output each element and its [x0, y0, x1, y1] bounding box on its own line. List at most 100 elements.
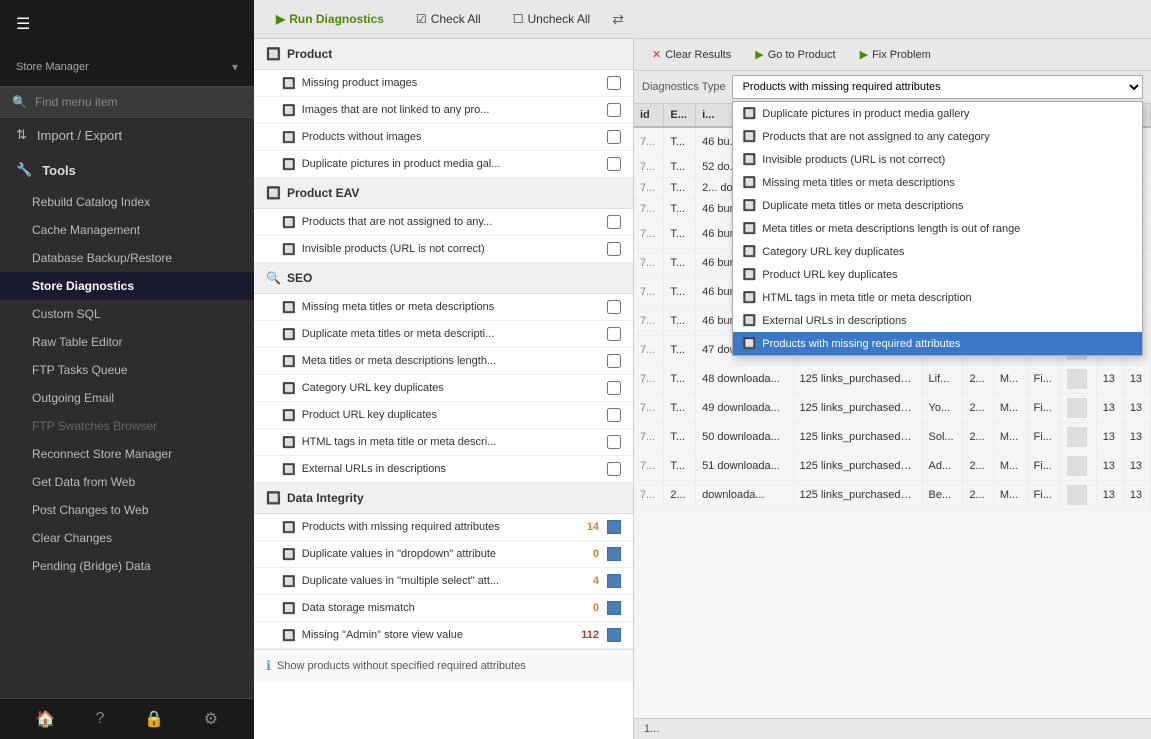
table-cell-n1: 13	[1096, 365, 1123, 394]
dropdown-item-not-in-category[interactable]: 🔲 Products that are not assigned to any …	[733, 125, 1142, 148]
sidebar-item-custom-sql[interactable]: Custom SQL	[0, 300, 254, 328]
diag-item-missing-admin-store[interactable]: 🔲 Missing "Admin" store view value 112	[254, 622, 633, 649]
col-header-id: id	[634, 104, 664, 127]
split-panel: 🔲 Product 🔲 Missing product images 🔲 Ima…	[254, 39, 1151, 739]
diag-checkbox-prod-url-duplicates[interactable]	[607, 408, 621, 422]
search-input[interactable]	[35, 95, 242, 109]
go-to-product-button[interactable]: ▶ Go to Product	[747, 45, 843, 64]
diag-item-meta-length[interactable]: 🔲 Meta titles or meta descriptions lengt…	[254, 348, 633, 375]
check-all-icon: ☑	[416, 12, 427, 26]
diag-checkbox-duplicate-dropdown[interactable]	[607, 547, 621, 561]
dropdown-item-ext-urls[interactable]: 🔲 External URLs in descriptions	[733, 309, 1142, 332]
dropdown-item-icon: 🔲	[743, 153, 757, 166]
diag-item-missing-product-images[interactable]: 🔲 Missing product images	[254, 70, 633, 97]
help-icon[interactable]: ?	[96, 710, 105, 728]
diag-item-not-assigned-category[interactable]: 🔲 Products that are not assigned to any.…	[254, 209, 633, 236]
dropdown-item-missing-required[interactable]: 🔲 Products with missing required attribu…	[733, 332, 1142, 355]
uncheck-all-button[interactable]: ☐ Uncheck All	[503, 8, 600, 30]
table-cell: T...	[664, 249, 696, 278]
diag-checkbox-invisible-products[interactable]	[607, 242, 621, 256]
diag-item-prod-url-duplicates[interactable]: 🔲 Product URL key duplicates	[254, 402, 633, 429]
diag-item-html-tags-meta[interactable]: 🔲 HTML tags in meta title or meta descri…	[254, 429, 633, 456]
sidebar-item-get-data-from-web[interactable]: Get Data from Web	[0, 468, 254, 496]
table-row: 7...T...49 downloada...125 links_purchas…	[634, 394, 1151, 423]
dropdown-item-icon: 🔲	[743, 337, 757, 350]
dropdown-item-prod-url-dup[interactable]: 🔲 Product URL key duplicates	[733, 263, 1142, 286]
table-cell: 2...	[963, 394, 993, 423]
diag-checkbox-missing-meta-titles[interactable]	[607, 300, 621, 314]
diag-item-missing-required-attrs[interactable]: 🔲 Products with missing required attribu…	[254, 514, 633, 541]
diag-checkbox-duplicate-multi-select[interactable]	[607, 574, 621, 588]
dropdown-item-invisible-products[interactable]: 🔲 Invisible products (URL is not correct…	[733, 148, 1142, 171]
hamburger-icon[interactable]: ☰	[16, 14, 30, 34]
fix-problem-button[interactable]: ▶ Fix Problem	[852, 45, 939, 64]
sidebar-section-tools[interactable]: 🔧 Tools	[0, 152, 254, 188]
sidebar-item-outgoing-email[interactable]: Outgoing Email	[0, 384, 254, 412]
diag-item-duplicate-dropdown[interactable]: 🔲 Duplicate values in "dropdown" attribu…	[254, 541, 633, 568]
run-diagnostics-button[interactable]: ▶ Run Diagnostics	[266, 8, 394, 30]
diag-item-duplicate-meta-titles[interactable]: 🔲 Duplicate meta titles or meta descript…	[254, 321, 633, 348]
diag-info-row: ℹ Show products without specified requir…	[254, 649, 633, 682]
dropdown-item-icon: 🔲	[743, 222, 757, 235]
sidebar-item-pending-bridge-data[interactable]: Pending (Bridge) Data	[0, 552, 254, 580]
diag-checkbox-images-not-linked[interactable]	[607, 103, 621, 117]
dropdown-item-cat-url-dup[interactable]: 🔲 Category URL key duplicates	[733, 240, 1142, 263]
dropdown-item-dup-meta[interactable]: 🔲 Duplicate meta titles or meta descript…	[733, 194, 1142, 217]
sidebar-item-reconnect-store-manager[interactable]: Reconnect Store Manager	[0, 440, 254, 468]
table-cell: T...	[664, 452, 696, 481]
diag-item-missing-meta-titles[interactable]: 🔲 Missing meta titles or meta descriptio…	[254, 294, 633, 321]
missing-required-attrs-count: 14	[587, 521, 599, 533]
diag-item-cat-url-duplicates[interactable]: 🔲 Category URL key duplicates	[254, 375, 633, 402]
diag-checkbox-not-assigned-category[interactable]	[607, 215, 621, 229]
sidebar-item-raw-table-editor[interactable]: Raw Table Editor	[0, 328, 254, 356]
dropdown-item-dup-pictures[interactable]: 🔲 Duplicate pictures in product media ga…	[733, 102, 1142, 125]
diag-checkbox-missing-product-images[interactable]	[607, 76, 621, 90]
table-cell: Sol...	[922, 423, 963, 452]
dropdown-item-icon: 🔲	[743, 130, 757, 143]
sidebar-item-ftp-tasks-queue[interactable]: FTP Tasks Queue	[0, 356, 254, 384]
sidebar-search[interactable]: 🔍	[0, 87, 254, 118]
sidebar-item-import-export[interactable]: ⇅ Import / Export	[0, 118, 254, 152]
diag-checkbox-html-tags-meta[interactable]	[607, 435, 621, 449]
results-toolbar: ✕ Clear Results ▶ Go to Product ▶ Fix Pr…	[634, 39, 1151, 71]
diag-checkbox-missing-admin-store[interactable]	[607, 628, 621, 642]
diag-type-dropdown[interactable]: Products with missing required attribute…	[732, 75, 1143, 99]
sidebar-item-rebuild-catalog[interactable]: Rebuild Catalog Index	[0, 188, 254, 216]
dropdown-item-missing-meta[interactable]: 🔲 Missing meta titles or meta descriptio…	[733, 171, 1142, 194]
sidebar-item-clear-changes[interactable]: Clear Changes	[0, 524, 254, 552]
table-cell: T...	[664, 127, 696, 157]
diag-item-invisible-products[interactable]: 🔲 Invisible products (URL is not correct…	[254, 236, 633, 263]
sidebar-brand-arrow[interactable]: ▾	[232, 60, 238, 74]
diag-checkbox-missing-required-attrs[interactable]	[607, 520, 621, 534]
diag-item-external-urls[interactable]: 🔲 External URLs in descriptions	[254, 456, 633, 483]
sidebar-item-cache-management[interactable]: Cache Management	[0, 216, 254, 244]
diag-checkbox-products-without-images[interactable]	[607, 130, 621, 144]
diag-item-products-without-images[interactable]: 🔲 Products without images	[254, 124, 633, 151]
home-icon[interactable]: 🏠	[36, 709, 56, 729]
diag-checkbox-duplicate-pictures[interactable]	[607, 157, 621, 171]
dropdown-item-icon: 🔲	[743, 199, 757, 212]
diag-item-icon: 🔲	[282, 436, 296, 449]
sidebar-item-post-changes-to-web[interactable]: Post Changes to Web	[0, 496, 254, 524]
dropdown-item-meta-length[interactable]: 🔲 Meta titles or meta descriptions lengt…	[733, 217, 1142, 240]
diag-checkbox-duplicate-meta-titles[interactable]	[607, 327, 621, 341]
diag-checkbox-meta-length[interactable]	[607, 354, 621, 368]
diag-item-data-storage-mismatch[interactable]: 🔲 Data storage mismatch 0	[254, 595, 633, 622]
clear-results-button[interactable]: ✕ Clear Results	[644, 45, 739, 64]
table-cell: 7...	[634, 278, 664, 307]
check-all-button[interactable]: ☑ Check All	[406, 8, 491, 30]
table-cell: T...	[664, 307, 696, 336]
diag-checkbox-cat-url-duplicates[interactable]	[607, 381, 621, 395]
diag-item-icon: 🔲	[282, 521, 296, 534]
lock-icon[interactable]: 🔒	[144, 709, 164, 729]
diag-checkbox-external-urls[interactable]	[607, 462, 621, 476]
settings-icon[interactable]: ⚙	[204, 709, 218, 729]
sidebar-item-store-diagnostics[interactable]: Store Diagnostics	[0, 272, 254, 300]
diag-item-images-not-linked[interactable]: 🔲 Images that are not linked to any pro.…	[254, 97, 633, 124]
diag-item-duplicate-pictures[interactable]: 🔲 Duplicate pictures in product media ga…	[254, 151, 633, 178]
diag-item-icon: 🔲	[282, 463, 296, 476]
dropdown-item-html-tags[interactable]: 🔲 HTML tags in meta title or meta descri…	[733, 286, 1142, 309]
diag-item-duplicate-multi-select[interactable]: 🔲 Duplicate values in "multiple select" …	[254, 568, 633, 595]
sidebar-item-database-backup[interactable]: Database Backup/Restore	[0, 244, 254, 272]
diag-checkbox-data-storage-mismatch[interactable]	[607, 601, 621, 615]
